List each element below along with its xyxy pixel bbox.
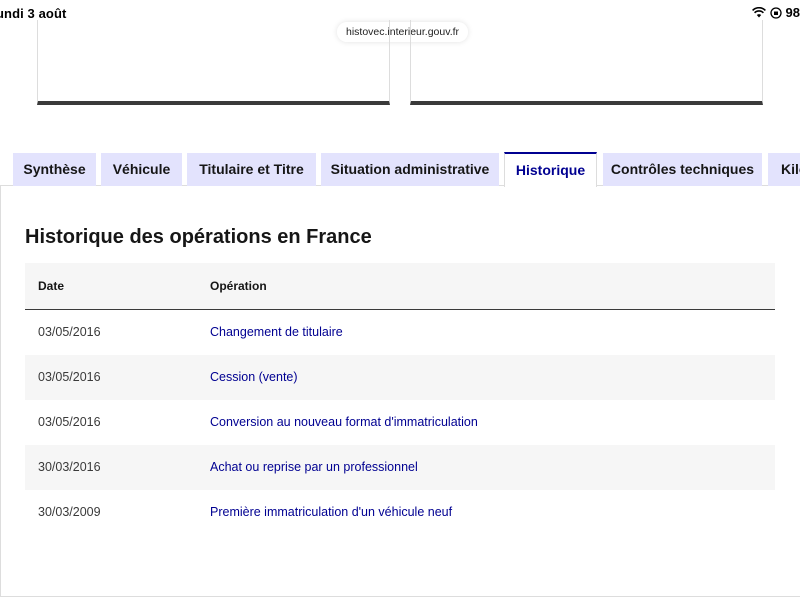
page-title: Historique des opérations en France (25, 226, 372, 248)
column-header-operation: Opération (210, 279, 267, 293)
row-date: 03/05/2016 (38, 325, 101, 339)
wifi-icon (751, 7, 766, 18)
row-date: 30/03/2016 (38, 460, 101, 474)
table-row: 03/05/2016 Cession (vente) (25, 355, 775, 400)
row-operation: Changement de titulaire (210, 325, 343, 339)
table-header: Date Opération (25, 263, 775, 310)
tab-kilometrage[interactable]: Kilo (768, 153, 800, 186)
status-icons: 98 (751, 5, 800, 20)
row-operation: Achat ou reprise par un professionnel (210, 460, 418, 474)
battery-percent: 98 (785, 5, 800, 20)
table-row: 03/05/2016 Changement de titulaire (25, 310, 775, 355)
tab-controles-techniques[interactable]: Contrôles techniques (603, 153, 762, 186)
tab-historique[interactable]: Historique (504, 152, 597, 187)
history-table: Date Opération 03/05/2016 Changement de … (25, 263, 775, 535)
tab-situation-administrative[interactable]: Situation administrative (321, 153, 499, 186)
tab-titulaire-et-titre[interactable]: Titulaire et Titre (187, 153, 316, 186)
status-date: undi 3 août (0, 6, 67, 21)
info-card-right (410, 20, 763, 105)
tab-synthese[interactable]: Synthèse (13, 153, 96, 186)
info-card-left (37, 20, 390, 105)
row-operation: Cession (vente) (210, 370, 298, 384)
row-date: 03/05/2016 (38, 415, 101, 429)
orientation-lock-icon (769, 6, 782, 19)
tab-bar: Synthèse Véhicule Titulaire et Titre Sit… (0, 152, 800, 187)
table-row: 03/05/2016 Conversion au nouveau format … (25, 400, 775, 445)
row-operation: Première immatriculation d'un véhicule n… (210, 505, 453, 519)
tab-vehicule[interactable]: Véhicule (101, 153, 182, 186)
table-row: 30/03/2009 Première immatriculation d'un… (25, 490, 775, 535)
table-row: 30/03/2016 Achat ou reprise par un profe… (25, 445, 775, 490)
row-operation: Conversion au nouveau format d'immatricu… (210, 415, 478, 429)
row-date: 30/03/2009 (38, 505, 101, 519)
column-header-date: Date (38, 279, 65, 293)
row-date: 03/05/2016 (38, 370, 101, 384)
